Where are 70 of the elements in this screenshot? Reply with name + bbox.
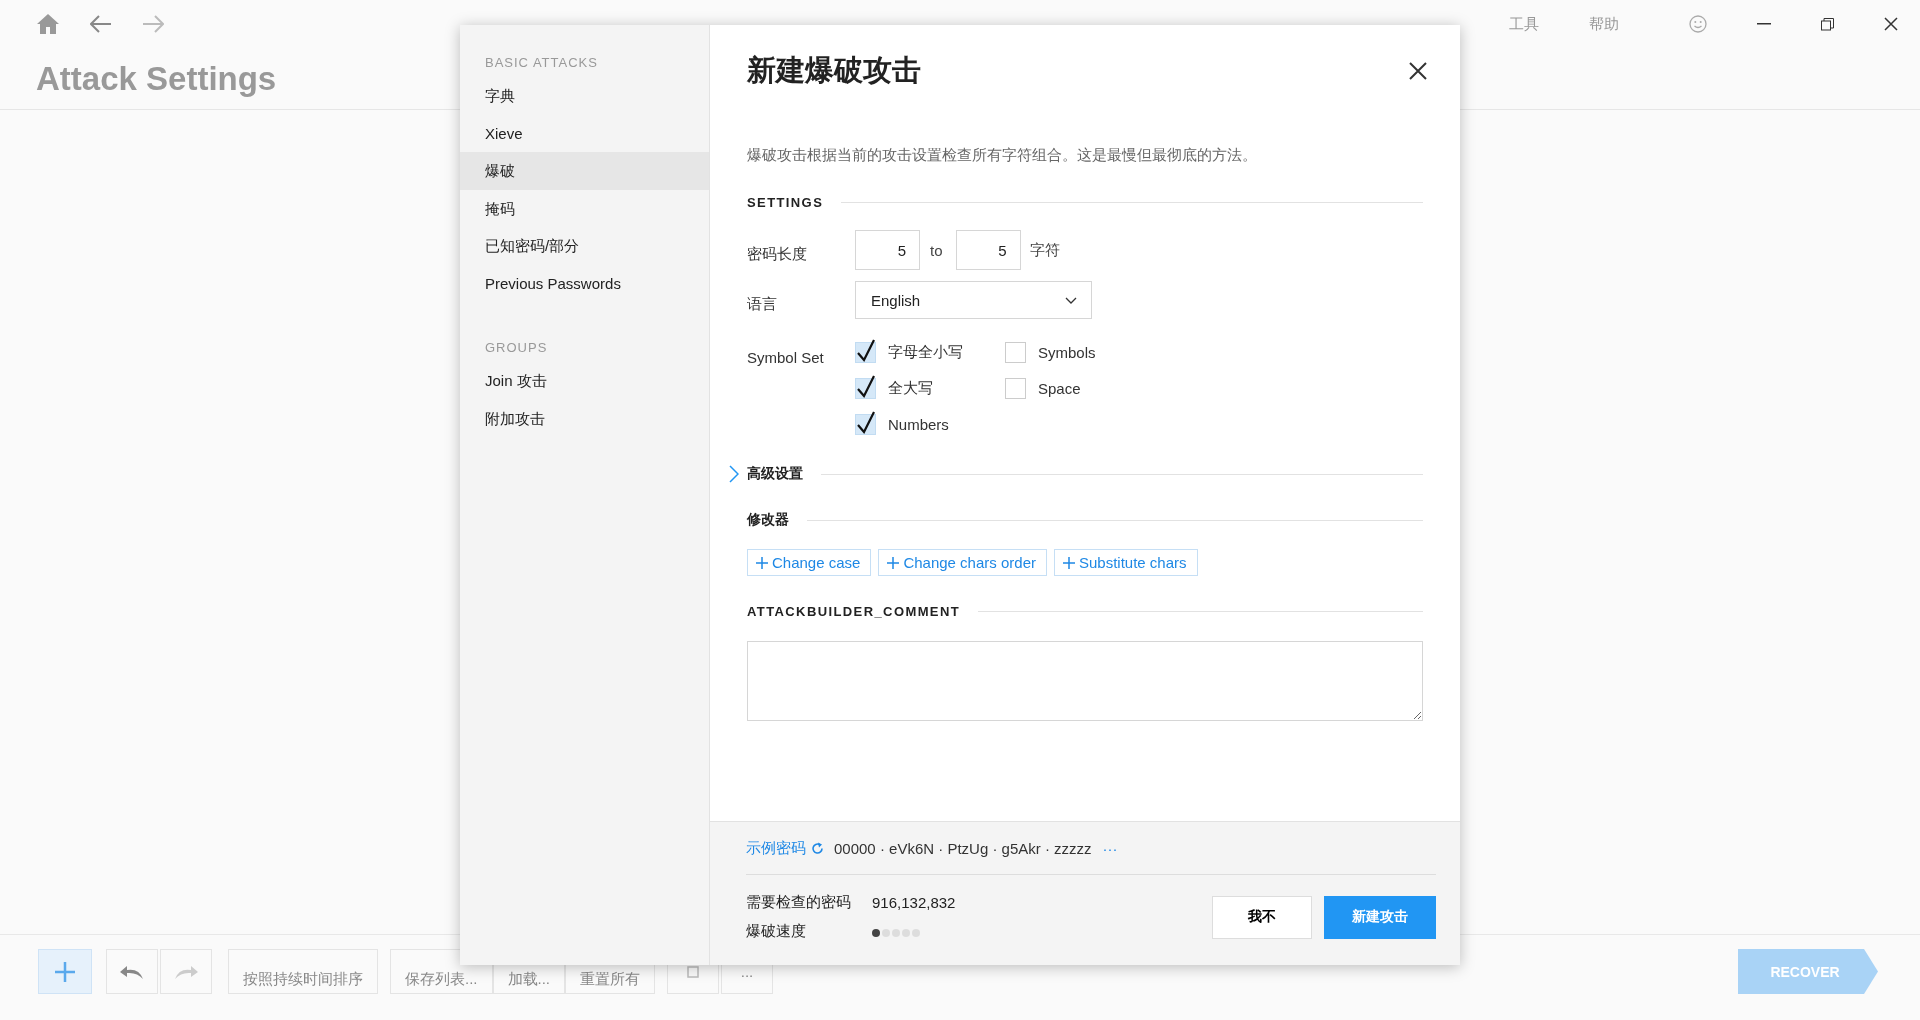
restore-icon[interactable] (1821, 17, 1834, 31)
language-dropdown[interactable]: English (855, 281, 1092, 319)
chevron-icon[interactable] (729, 465, 739, 483)
close-icon[interactable] (1884, 17, 1898, 31)
sidebar-item[interactable]: 已知密码/部分 (460, 227, 709, 265)
field-label: 密码长度 (747, 244, 808, 264)
checkbox-label: Space (1038, 380, 1081, 397)
stat-label: 爆破速度 (746, 922, 807, 941)
sidebar-item[interactable]: Previous Passwords (460, 264, 709, 302)
stat-label: 需要检查的密码 (746, 893, 852, 912)
unit-label: 字符 (1029, 240, 1060, 260)
field-label: Symbol Set (747, 349, 825, 366)
min-length-field[interactable]: 5 (855, 230, 920, 270)
checkbox[interactable] (855, 339, 877, 363)
cancel-button[interactable]: 我不 (1212, 895, 1312, 939)
checkbox[interactable] (855, 375, 877, 399)
add-modifier-button[interactable]: Change chars order (878, 549, 1047, 576)
toolbar-button[interactable]: 按照持续时间排序 (228, 949, 378, 994)
smiley-icon[interactable] (1689, 15, 1707, 33)
sidebar-item[interactable]: 字典 (460, 77, 709, 115)
undo-button[interactable] (106, 949, 158, 994)
section-heading: GROUPS (484, 339, 549, 357)
dialog-title: 新建爆破攻击 (747, 53, 921, 88)
comment-field[interactable] (747, 641, 1423, 721)
home-icon[interactable] (36, 13, 60, 35)
range-separator: to (930, 241, 943, 259)
sidebar-item[interactable]: Xieve (460, 114, 709, 152)
menu-item[interactable]: 工具 (1509, 14, 1539, 34)
sample-passwords-link[interactable]: 示例密码 (746, 838, 806, 858)
section-heading: 修改器 (747, 511, 789, 529)
checkbox[interactable] (1005, 339, 1027, 363)
section-heading[interactable]: 高级设置 (747, 465, 803, 483)
sidebar-item[interactable]: 附加攻击 (460, 399, 709, 437)
section-heading: SETTINGS (747, 195, 824, 210)
stat-value: 916,132,832 (872, 894, 956, 911)
field-label: 语言 (747, 294, 778, 314)
section-heading: ATTACKBUILDER_COMMENT (747, 604, 961, 619)
add-modifier-button[interactable]: Change case (747, 549, 872, 576)
checkbox[interactable] (855, 411, 877, 435)
checkbox-label: Symbols (1038, 344, 1096, 361)
square-icon (687, 965, 700, 978)
forward-arrow-icon[interactable] (142, 15, 164, 33)
close-icon[interactable] (1409, 62, 1427, 80)
plus-icon (756, 556, 768, 569)
section-heading: BASIC ATTACKS (484, 54, 599, 72)
redo-icon (173, 963, 199, 980)
description: 爆破攻击根据当前的攻击设置检查所有字符组合。这是最慢但最彻底的方法。 (747, 146, 1258, 165)
chevron-down-icon (1065, 296, 1077, 304)
checkbox-label: 字母全小写 (888, 343, 963, 362)
checkbox-label: Numbers (888, 416, 949, 433)
checkbox[interactable] (1005, 375, 1027, 399)
max-length-field[interactable]: 5 (955, 230, 1021, 270)
more-link[interactable]: ··· (1102, 839, 1118, 857)
checkbox-label: 全大写 (888, 379, 933, 398)
menu-item[interactable]: 帮助 (1589, 14, 1619, 34)
create-attack-button[interactable]: 新建攻击 (1324, 895, 1436, 939)
plus-icon (887, 556, 900, 569)
page-title: Attack Settings (36, 60, 277, 98)
add-modifier-button[interactable]: Substitute chars (1054, 549, 1198, 576)
back-arrow-icon[interactable] (90, 15, 112, 33)
add-button[interactable] (38, 949, 92, 994)
plus-icon (1063, 556, 1075, 569)
sample-passwords: 00000 · eVk6N · PtzUg · g5Akr · zzzzz (834, 839, 1092, 857)
sidebar-item[interactable]: 爆破 (460, 152, 709, 190)
sidebar-item[interactable]: 掩码 (460, 189, 709, 227)
refresh-icon[interactable] (811, 841, 824, 855)
undo-icon (119, 963, 145, 980)
plus-icon (53, 959, 77, 984)
sidebar-item[interactable]: Join 攻击 (460, 362, 709, 400)
minimize-icon[interactable] (1757, 23, 1771, 25)
